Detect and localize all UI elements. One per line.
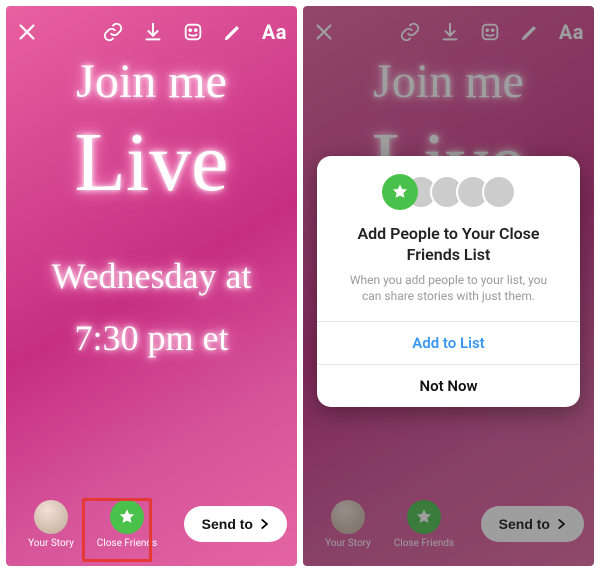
story-editor-screen: Aa Join me Live Wednesday at 7:30 pm et … xyxy=(6,6,297,566)
link-icon xyxy=(399,21,421,43)
modal-avatar-row xyxy=(317,156,580,220)
close-friends-target: Close Friends xyxy=(389,500,459,549)
draw-icon xyxy=(519,21,541,43)
close-friends-target[interactable]: Close Friends xyxy=(92,500,162,549)
text-tool-icon[interactable]: Aa xyxy=(262,20,287,44)
close-friends-label: Close Friends xyxy=(97,538,157,549)
avatar xyxy=(331,500,365,534)
editor-toolbar: Aa xyxy=(303,12,594,52)
sticker-icon xyxy=(479,21,501,43)
editor-toolbar: Aa xyxy=(6,12,297,52)
star-icon xyxy=(110,500,144,534)
story-text-line: Live xyxy=(75,121,229,205)
close-icon[interactable] xyxy=(16,21,38,43)
story-text-line: Join me xyxy=(373,54,524,109)
story-canvas: Join me Live Wednesday at 7:30 pm et xyxy=(6,54,297,486)
story-text-line: 7:30 pm et xyxy=(75,317,229,359)
your-story-label: Your Story xyxy=(28,538,74,549)
sticker-icon[interactable] xyxy=(182,21,204,43)
send-to-label: Send to xyxy=(202,516,253,532)
story-text-line: Wednesday at xyxy=(51,255,251,297)
avatar xyxy=(482,175,516,209)
modal-body: When you add people to your list, you ca… xyxy=(317,272,580,322)
modal-title: Add People to Your Close Friends List xyxy=(317,220,580,272)
close-icon xyxy=(313,21,335,43)
send-to-label: Send to xyxy=(499,516,550,532)
not-now-button[interactable]: Not Now xyxy=(317,364,580,407)
draw-icon[interactable] xyxy=(222,21,244,43)
close-friends-modal: Add People to Your Close Friends List Wh… xyxy=(317,156,580,407)
your-story-target: Your Story xyxy=(313,500,383,549)
star-icon xyxy=(407,500,441,534)
download-icon[interactable] xyxy=(142,21,164,43)
download-icon xyxy=(439,21,461,43)
avatar xyxy=(34,500,68,534)
send-to-button: Send to xyxy=(481,506,584,542)
add-to-list-button[interactable]: Add to List xyxy=(317,321,580,364)
share-bar: Your Story Close Friends Send to xyxy=(303,492,594,556)
story-editor-screen-modal: Aa Join me Live Wednesday at 7:30 pm et … xyxy=(303,6,594,566)
link-icon[interactable] xyxy=(102,21,124,43)
your-story-label: Your Story xyxy=(325,538,371,549)
star-icon xyxy=(382,174,418,210)
share-bar: Your Story Close Friends Send to xyxy=(6,492,297,556)
your-story-target[interactable]: Your Story xyxy=(16,500,86,549)
close-friends-label: Close Friends xyxy=(394,538,454,549)
send-to-button[interactable]: Send to xyxy=(184,506,287,542)
text-tool-icon: Aa xyxy=(559,20,584,44)
story-text-line: Join me xyxy=(76,54,227,109)
